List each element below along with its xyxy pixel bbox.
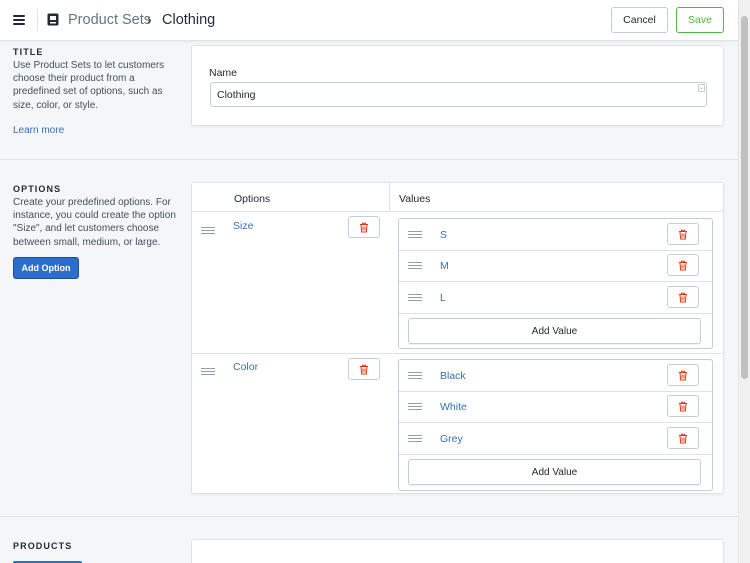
values-list: S M L Add Value [398,218,713,349]
name-input[interactable] [210,82,707,107]
delete-value-button[interactable] [667,427,699,449]
drag-handle-icon[interactable] [408,262,422,270]
value-row: Grey [399,423,712,455]
products-card [191,539,724,563]
header-divider-line [192,211,723,212]
trash-icon [679,229,687,239]
value-row: S [399,219,712,251]
cancel-button[interactable]: Cancel [611,7,668,33]
trash-icon [360,364,368,374]
trash-icon [679,370,687,380]
trash-icon [360,222,368,232]
value-text[interactable]: Grey [440,433,463,445]
value-text[interactable]: M [440,260,449,272]
value-row: M [399,250,712,282]
drag-handle-icon[interactable] [408,435,422,443]
chevron-right-icon: › [147,11,152,27]
values-list: Black White Grey Add Value [398,359,713,491]
top-bar: Product Sets › Clothing Cancel Save [0,0,738,41]
value-text[interactable]: Black [440,370,466,382]
delete-option-button[interactable] [348,358,380,380]
section-divider [0,159,738,160]
section-divider [0,516,738,517]
delete-option-button[interactable] [348,216,380,238]
delete-value-button[interactable] [667,254,699,276]
drag-handle-icon[interactable] [408,403,422,411]
delete-value-button[interactable] [667,286,699,308]
trash-icon [679,292,687,302]
option-name[interactable]: Size [233,220,253,232]
drag-handle-icon[interactable] [201,368,215,376]
menu-icon[interactable] [13,15,25,25]
add-option-button[interactable]: Add Option [13,257,79,279]
column-divider [389,183,390,212]
options-section-heading: OPTIONS [13,184,62,194]
page-title: Clothing [162,12,216,28]
scrollbar-thumb[interactable] [741,16,748,379]
resize-handle-icon[interactable]: ⌄ [698,84,705,92]
trash-icon [679,260,687,270]
delete-value-button[interactable] [667,223,699,245]
options-column-header: Options [234,193,271,205]
option-row-divider [192,353,723,354]
drag-handle-icon[interactable] [408,231,422,239]
option-name[interactable]: Color [233,361,258,373]
value-text[interactable]: White [440,401,467,413]
save-button[interactable]: Save [676,7,724,33]
delete-value-button[interactable] [667,364,699,386]
products-section-heading: PRODUCTS [13,541,73,551]
name-label: Name [209,67,238,79]
trash-icon [679,433,687,443]
value-text[interactable]: L [440,292,446,304]
header-divider [37,9,38,31]
title-section-heading: TITLE [13,47,44,57]
drag-handle-icon[interactable] [408,294,422,302]
drag-handle-icon[interactable] [408,372,422,380]
options-section-description: Create your predefined options. For inst… [13,197,176,248]
value-row: White [399,391,712,423]
title-section-description: Use Product Sets to let customers choose… [13,60,165,111]
scrollbar[interactable] [738,0,750,563]
drag-handle-icon[interactable] [201,227,215,235]
values-column-header: Values [399,193,431,205]
add-value-button[interactable]: Add Value [408,459,701,485]
value-row: Black [399,360,712,392]
learn-more-link[interactable]: Learn more [13,125,64,136]
breadcrumb-product-sets[interactable]: Product Sets [68,12,151,28]
value-row: L [399,282,712,314]
add-value-button[interactable]: Add Value [408,318,701,344]
options-table: Options Values Size S M L Add Value Colo… [191,182,724,494]
name-card: Name ⌄ [191,45,724,126]
delete-value-button[interactable] [667,395,699,417]
product-sets-icon [47,13,59,26]
trash-icon [679,401,687,411]
value-text[interactable]: S [440,229,447,241]
